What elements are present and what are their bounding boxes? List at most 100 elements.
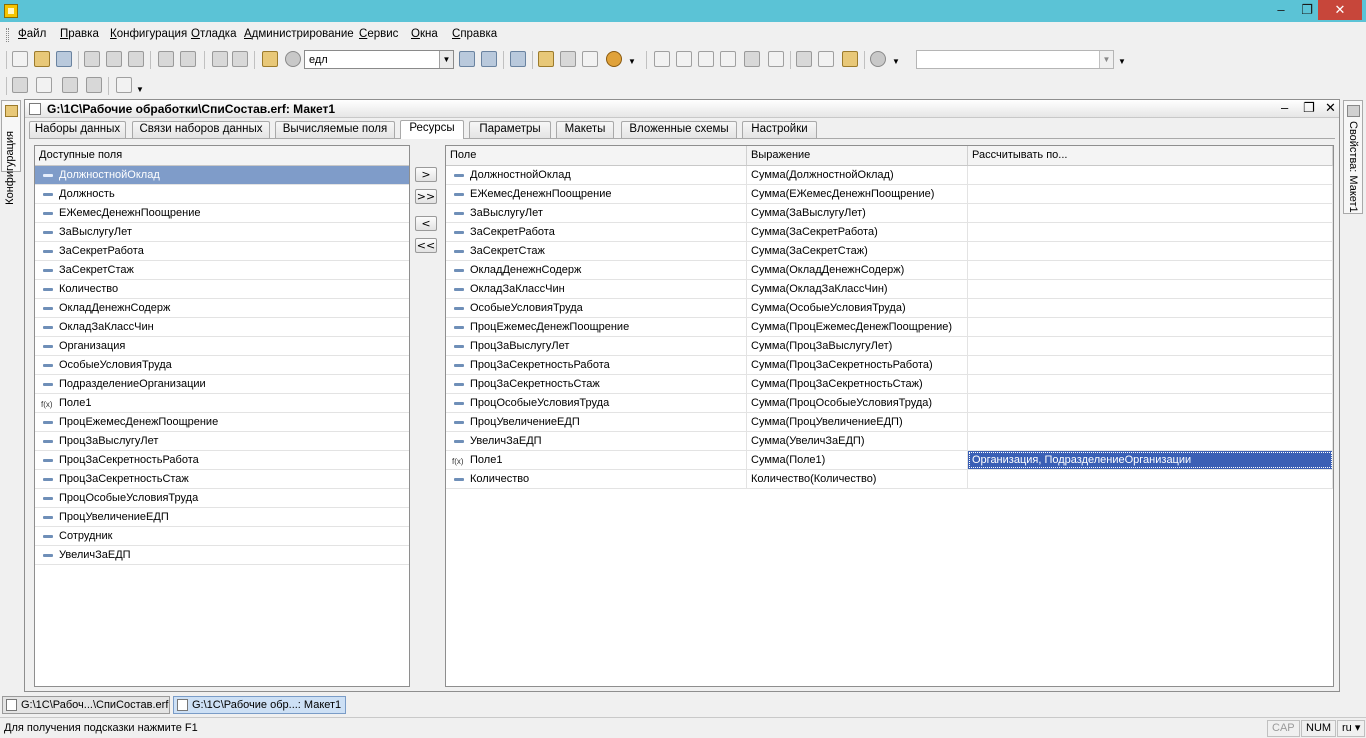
resource-expression-cell[interactable]: Сумма(ЕЖемесДенежнПоощрение)	[747, 185, 968, 203]
debug-step-into-icon[interactable]	[676, 51, 692, 67]
resource-calculate-by-cell[interactable]	[968, 280, 1333, 298]
table-row[interactable]: ПроцЗаВыслугуЛет Сумма(ПроцЗаВыслугуЛет)	[446, 337, 1333, 356]
windows-icon[interactable]	[510, 51, 526, 67]
properties-side-panel[interactable]: Свойства: Макет1	[1343, 100, 1363, 214]
app-icon[interactable]	[4, 4, 18, 18]
properties-icon[interactable]	[86, 77, 102, 93]
document-icon[interactable]	[582, 51, 598, 67]
resource-expression-cell[interactable]: Сумма(ПроцОсобыеУсловияТруда)	[747, 394, 968, 412]
undo-icon[interactable]	[212, 51, 228, 67]
list-item[interactable]: ПроцЗаСекретностьСтаж	[35, 470, 409, 489]
debug-step-over-icon[interactable]	[698, 51, 714, 67]
find-in-tree-icon[interactable]	[262, 51, 278, 67]
resource-field-cell[interactable]: ОсобыеУсловияТруда	[446, 299, 747, 317]
document-restore-button[interactable]: ❐	[1303, 100, 1315, 116]
resource-calculate-by-cell[interactable]	[968, 337, 1333, 355]
resource-calculate-by-cell[interactable]	[968, 413, 1333, 431]
resource-calculate-by-cell[interactable]	[968, 299, 1333, 317]
resource-calculate-by-cell[interactable]	[968, 470, 1333, 488]
tab-templates[interactable]: Макеты	[556, 121, 614, 138]
tab-parameters[interactable]: Параметры	[469, 121, 551, 138]
column-header-calculate-by[interactable]: Рассчитывать по...	[968, 146, 1333, 165]
table-row[interactable]: ЗаСекретСтаж Сумма(ЗаСекретСтаж)	[446, 242, 1333, 261]
resource-expression-cell[interactable]: Сумма(ОкладЗаКлассЧин)	[747, 280, 968, 298]
find-next-icon[interactable]	[459, 51, 475, 67]
resource-expression-cell[interactable]: Сумма(ОсобыеУсловияТруда)	[747, 299, 968, 317]
paste-icon[interactable]	[128, 51, 144, 67]
close-window-button[interactable]: ✕	[1318, 0, 1362, 20]
table-row[interactable]: ЗаСекретРабота Сумма(ЗаСекретРабота)	[446, 223, 1333, 242]
resource-calculate-by-cell[interactable]	[968, 394, 1333, 412]
list-item[interactable]: ЕЖемесДенежнПоощрение	[35, 204, 409, 223]
search-combobox[interactable]: ▼	[304, 50, 454, 69]
menu-configuration[interactable]: Конфигурация	[110, 28, 187, 40]
resource-calculate-by-cell[interactable]	[968, 185, 1333, 203]
resource-expression-cell[interactable]: Сумма(ПроцЗаВыслугуЛет)	[747, 337, 968, 355]
resource-field-cell[interactable]: ПроцЗаВыслугуЛет	[446, 337, 747, 355]
print-icon[interactable]	[158, 51, 174, 67]
tab-nested-schemas[interactable]: Вложенные схемы	[621, 121, 737, 138]
resource-field-cell[interactable]: Количество	[446, 470, 747, 488]
resource-field-cell[interactable]: ОкладДенежнСодерж	[446, 261, 747, 279]
list-item[interactable]: ЗаСекретСтаж	[35, 261, 409, 280]
resource-calculate-by-cell[interactable]	[968, 318, 1333, 336]
database-icon[interactable]	[62, 77, 78, 93]
column-header-field[interactable]: Поле	[446, 146, 747, 165]
debug-continue-icon[interactable]	[768, 51, 784, 67]
run-enterprise-icon[interactable]	[116, 77, 132, 93]
syntax-helper-icon[interactable]	[538, 51, 554, 67]
resource-field-cell[interactable]: УвеличЗаЕДП	[446, 432, 747, 450]
table-row[interactable]: ОсобыеУсловияТруда Сумма(ОсобыеУсловияТру…	[446, 299, 1333, 318]
list-item[interactable]: Сотрудник	[35, 527, 409, 546]
secondary-dropdown-icon[interactable]: ▼	[1099, 51, 1113, 68]
list-item[interactable]: Организация	[35, 337, 409, 356]
resource-field-cell[interactable]: ЗаСекретСтаж	[446, 242, 747, 260]
resource-expression-cell[interactable]: Сумма(ПроцЕжемесДенежПоощрение)	[747, 318, 968, 336]
list-item[interactable]: ЗаВыслугуЛет	[35, 223, 409, 242]
menu-help[interactable]: Справка	[452, 28, 497, 40]
table-row[interactable]: ЕЖемесДенежнПоощрение Сумма(ЕЖемесДенежнП…	[446, 185, 1333, 204]
available-fields-list[interactable]: Доступные поля ДолжностнойОклад Должность…	[34, 145, 410, 687]
table-row[interactable]: ПроцУвеличениеЕДП Сумма(ПроцУвеличениеЕДП…	[446, 413, 1333, 432]
menu-windows[interactable]: Окна	[411, 28, 438, 40]
resource-calculate-by-cell[interactable]	[968, 166, 1333, 184]
resource-field-cell[interactable]: ПроцОсобыеУсловияТруда	[446, 394, 747, 412]
help-search-icon[interactable]	[560, 51, 576, 67]
list-item[interactable]: ПроцОсобыеУсловияТруда	[35, 489, 409, 508]
open-file-icon[interactable]	[34, 51, 50, 67]
search-input[interactable]	[305, 51, 437, 68]
resource-expression-cell[interactable]: Сумма(Поле1)	[747, 451, 968, 469]
resource-calculate-by-cell[interactable]	[968, 223, 1333, 241]
resource-field-cell[interactable]: f(x) Поле1	[446, 451, 747, 469]
list-item[interactable]: Количество	[35, 280, 409, 299]
table-row[interactable]: ПроцЗаСекретностьСтаж Сумма(ПроцЗаСекретн…	[446, 375, 1333, 394]
resource-expression-cell[interactable]: Количество(Количество)	[747, 470, 968, 488]
resource-expression-cell[interactable]: Сумма(ЗаВыслугуЛет)	[747, 204, 968, 222]
cut-icon[interactable]	[84, 51, 100, 67]
list-item[interactable]: ОсобыеУсловияТруда	[35, 356, 409, 375]
list-item[interactable]: ПроцЕжемесДенежПоощрение	[35, 413, 409, 432]
search-icon[interactable]	[285, 51, 301, 67]
list-item[interactable]: ЗаСекретРабота	[35, 242, 409, 261]
info-icon[interactable]	[606, 51, 622, 67]
debug-step-out-icon[interactable]	[720, 51, 736, 67]
remove-all-fields-button[interactable]: <<	[415, 238, 437, 253]
expression-eval-icon[interactable]	[842, 51, 858, 67]
menu-grip[interactable]	[6, 28, 9, 42]
remove-field-button[interactable]: <	[415, 216, 437, 231]
list-item[interactable]: УвеличЗаЕДП	[35, 546, 409, 565]
resource-field-cell[interactable]: ПроцЕжемесДенежПоощрение	[446, 318, 747, 336]
window-tab-processing[interactable]: G:\1С\Рабоч...\СпиСостав.erf	[2, 696, 170, 714]
resource-field-cell[interactable]: ПроцЗаСекретностьРабота	[446, 356, 747, 374]
list-item[interactable]: f(x) Поле1	[35, 394, 409, 413]
search-dropdown-icon[interactable]: ▼	[439, 51, 453, 68]
table-row[interactable]: ОкладЗаКлассЧин Сумма(ОкладЗаКлассЧин)	[446, 280, 1333, 299]
resources-table[interactable]: Поле Выражение Рассчитывать по... Должно…	[445, 145, 1334, 687]
resource-field-cell[interactable]: ПроцУвеличениеЕДП	[446, 413, 747, 431]
resource-field-cell[interactable]: ПроцЗаСекретностьСтаж	[446, 375, 747, 393]
resource-field-cell[interactable]: ОкладЗаКлассЧин	[446, 280, 747, 298]
find-previous-icon[interactable]	[481, 51, 497, 67]
resource-expression-cell[interactable]: Сумма(ПроцУвеличениеЕДП)	[747, 413, 968, 431]
resource-calculate-by-cell[interactable]: Организация, ПодразделениеОрганизации	[968, 451, 1333, 469]
table-row[interactable]: ОкладДенежнСодерж Сумма(ОкладДенежнСодерж…	[446, 261, 1333, 280]
